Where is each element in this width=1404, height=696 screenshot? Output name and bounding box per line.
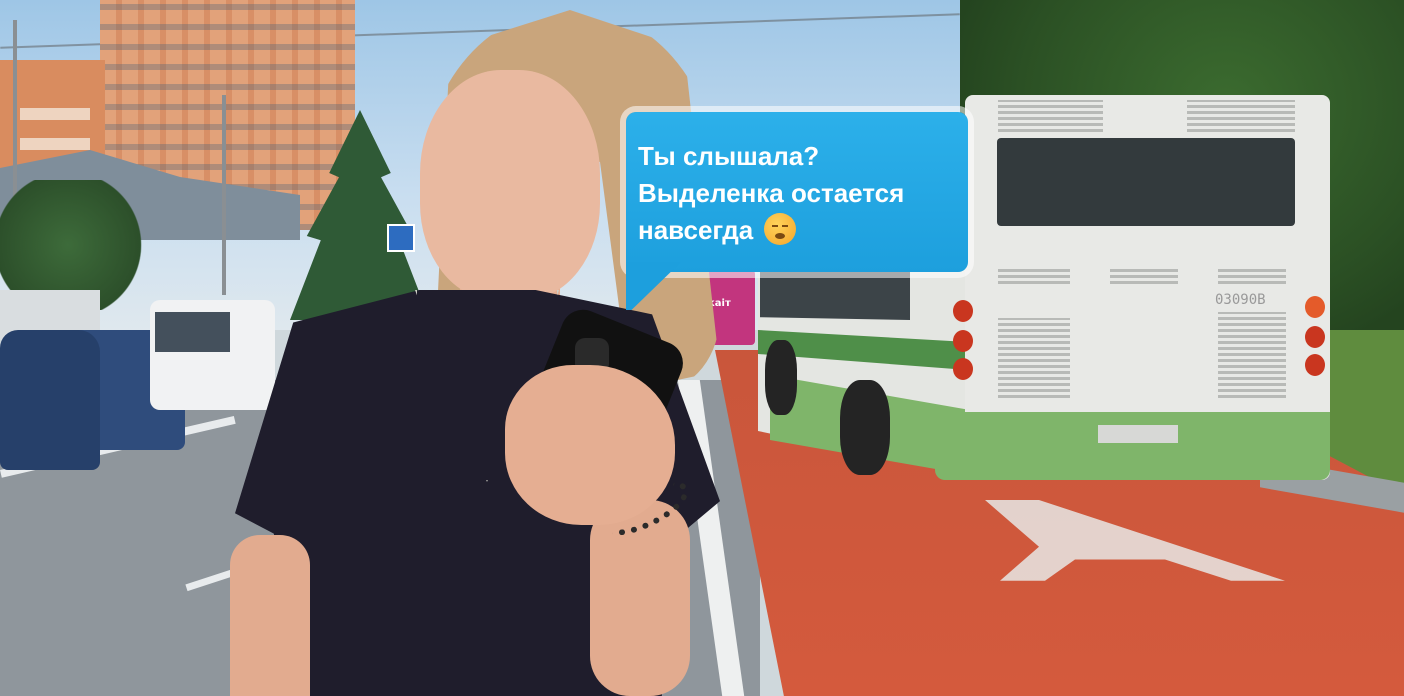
bus-grille <box>1218 312 1286 398</box>
bus-grille <box>998 268 1070 284</box>
photo-scene: каіт 03090В Ты слышала? Выделенка остает… <box>0 0 1404 696</box>
lamp-pole <box>222 95 226 295</box>
chat-line: навсегда <box>638 215 754 245</box>
bus-grille <box>998 100 1103 132</box>
bus-tail-light <box>1305 296 1325 318</box>
bus-tail-light <box>1305 354 1325 376</box>
bus-tail-light <box>953 358 973 380</box>
bus-side-windows <box>760 265 910 320</box>
bus-wheel <box>765 340 797 415</box>
crosswalk-sign <box>387 224 415 252</box>
bus-tail-light <box>953 330 973 352</box>
chat-line: Ты слышала? <box>638 141 820 171</box>
bus-grille <box>1187 100 1295 132</box>
bus-tail-light <box>1305 326 1325 348</box>
bus-rear-bumper <box>935 412 1330 480</box>
bus-rear-window <box>997 138 1295 226</box>
bus-wheel <box>840 380 890 475</box>
bus-grille <box>998 318 1070 398</box>
bus-grille <box>1218 268 1286 284</box>
weary-face-emoji-icon <box>764 213 797 245</box>
woman-left-arm <box>230 535 310 696</box>
car <box>0 330 100 470</box>
bus-grille <box>1110 268 1178 284</box>
license-plate <box>1098 425 1178 443</box>
chat-bubble-text: Ты слышала? Выделенка остается навсегда <box>638 138 963 249</box>
bus-tail-light <box>953 300 973 322</box>
chat-line-with-emoji: навсегда <box>638 212 963 249</box>
bus-number: 03090В <box>1215 292 1266 308</box>
woman-face <box>420 70 600 300</box>
chat-line: Выделенка остается <box>638 178 905 208</box>
minibus-window <box>155 312 230 352</box>
